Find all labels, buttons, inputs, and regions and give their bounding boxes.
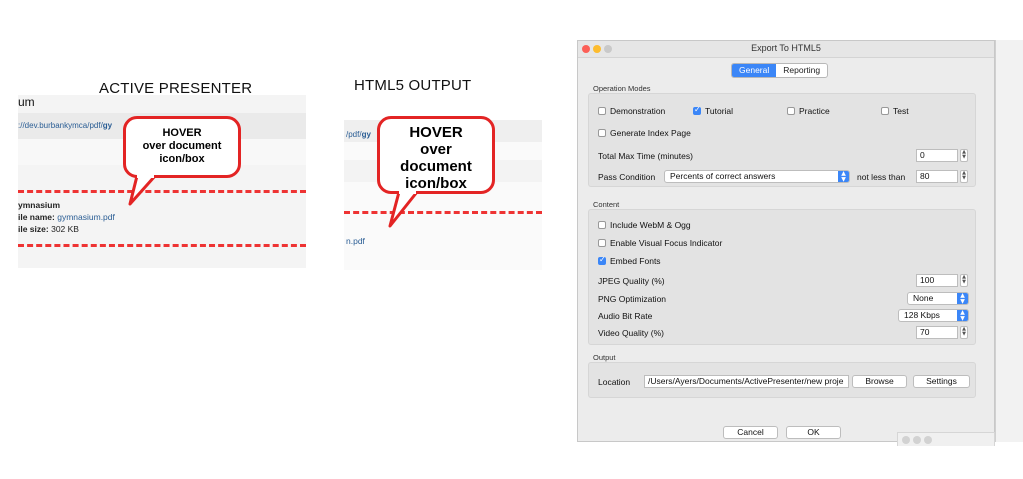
video-quality-label: Video Quality (%) [598, 328, 664, 338]
total-max-time-label: Total Max Time (minutes) [598, 151, 693, 161]
include-webm-label: Include WebM & Ogg [610, 220, 691, 230]
png-optimization-label: PNG Optimization [598, 294, 667, 304]
tutorial-checkbox[interactable] [693, 105, 701, 115]
hover-callout-bubble: HOVER over document icon/box [377, 116, 495, 194]
png-optimization-select[interactable]: None ▲ ▼ [907, 292, 969, 305]
tab-reporting[interactable]: Reporting [776, 64, 827, 77]
video-quality-input[interactable]: 70 [916, 326, 958, 339]
chevron-updown-icon: ▲ ▼ [838, 171, 849, 182]
dashed-line-bottom [18, 244, 306, 247]
visual-focus-checkbox[interactable] [598, 239, 606, 247]
export-html5-dialog: Export To HTML5 General Reporting Operat… [577, 40, 995, 442]
file-name-link[interactable]: n.pdf [346, 236, 365, 246]
operation-modes-group: Demonstration Tutorial Practice Test Gen… [588, 93, 976, 187]
minimize-window-icon[interactable] [913, 436, 921, 444]
output-label: Output [593, 353, 616, 362]
html5-output-title: HTML5 OUTPUT [354, 77, 472, 94]
tab-general[interactable]: General [732, 64, 777, 77]
pass-condition-select[interactable]: Percents of correct answers ▲ ▼ [664, 170, 850, 183]
tutorial-label: Tutorial [705, 106, 734, 116]
demonstration-checkbox[interactable] [598, 107, 606, 115]
operation-modes-label: Operation Modes [593, 84, 651, 93]
zoom-window-icon[interactable] [924, 436, 932, 444]
output-group: Location /Users/Ayers/Documents/ActivePr… [588, 362, 976, 398]
demonstration-label: Demonstration [610, 106, 666, 116]
practice-checkbox[interactable] [787, 107, 795, 115]
settings-button[interactable]: Settings [913, 375, 970, 388]
audio-bit-rate-label: Audio Bit Rate [598, 311, 653, 321]
jpeg-quality-label: JPEG Quality (%) [598, 276, 665, 286]
embed-fonts-label: Embed Fonts [610, 256, 661, 266]
background-window-titlebar [897, 432, 995, 446]
dialog-titlebar: Export To HTML5 [578, 41, 994, 58]
video-quality-stepper[interactable]: ▲ ▼ [960, 326, 968, 339]
tab-bar: General Reporting [731, 63, 829, 78]
practice-label: Practice [799, 106, 830, 116]
dialog-title: Export To HTML5 [751, 43, 821, 53]
not-less-than-label: not less than [857, 172, 906, 182]
pass-threshold-input[interactable]: 80 [916, 170, 958, 183]
close-window-icon[interactable] [902, 436, 910, 444]
generate-index-label: Generate Index Page [610, 128, 691, 138]
callout-pointer [128, 172, 157, 206]
jpeg-quality-input[interactable]: 100 [916, 274, 958, 287]
content-label: Content [593, 200, 620, 209]
dashed-line [344, 211, 542, 214]
page-header-fragment: um [18, 95, 35, 109]
include-webm-checkbox[interactable] [598, 221, 606, 229]
file-name-row: ile name: gymnasium.pdf [18, 212, 115, 222]
ok-button[interactable]: OK [786, 426, 841, 439]
cancel-button[interactable]: Cancel [723, 426, 778, 439]
embed-fonts-checkbox[interactable] [598, 255, 606, 265]
chevron-updown-icon: ▲ ▼ [957, 293, 968, 304]
item-name: ymnasium [18, 200, 61, 210]
browse-button[interactable]: Browse [852, 375, 907, 388]
audio-bit-rate-select[interactable]: 128 Kbps ▲ ▼ [898, 309, 969, 322]
background-window [995, 40, 1023, 442]
document-url[interactable]: ://dev.burbankymca/pdf/gy [18, 121, 112, 130]
total-max-time-stepper[interactable]: ▲ ▼ [960, 149, 968, 162]
location-label: Location [598, 377, 631, 387]
visual-focus-label: Enable Visual Focus Indicator [610, 238, 723, 248]
location-input[interactable]: /Users/Ayers/Documents/ActivePresenter/n… [644, 375, 849, 388]
content-group: Include WebM & Ogg Enable Visual Focus I… [588, 209, 976, 345]
generate-index-checkbox[interactable] [598, 129, 606, 137]
chevron-updown-icon: ▲ ▼ [957, 310, 968, 321]
document-url[interactable]: /pdf/gy [346, 130, 371, 139]
pass-condition-label: Pass Condition [598, 172, 656, 182]
test-label: Test [893, 106, 909, 116]
test-checkbox[interactable] [881, 107, 889, 115]
hover-callout-bubble: HOVER over document icon/box [123, 116, 241, 178]
jpeg-quality-stepper[interactable]: ▲ ▼ [960, 274, 968, 287]
pass-threshold-stepper[interactable]: ▲ ▼ [960, 170, 968, 183]
file-name-link[interactable]: gymnasium.pdf [57, 212, 115, 222]
total-max-time-input[interactable]: 0 [916, 149, 958, 162]
file-size-row: ile size: 302 KB [18, 224, 79, 234]
callout-pointer [388, 188, 419, 228]
